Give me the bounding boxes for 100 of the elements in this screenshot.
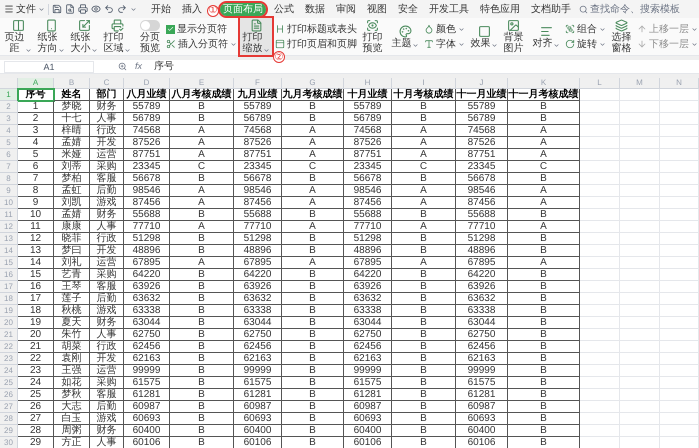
- table-cell: 人事: [90, 221, 124, 233]
- row-number[interactable]: 21: [0, 329, 18, 341]
- ribbon-button[interactable]: 打印缩放: [240, 18, 272, 55]
- ribbon-tab[interactable]: 安全: [395, 2, 421, 16]
- ribbon-button[interactable]: 显示分页符: [166, 22, 237, 36]
- row-number[interactable]: 10: [0, 197, 18, 209]
- table-cell: 米娅: [54, 149, 90, 161]
- ribbon-tab[interactable]: 数据: [302, 2, 328, 16]
- ribbon-button[interactable]: 背景图片: [501, 18, 526, 55]
- row-number[interactable]: 5: [0, 137, 18, 149]
- row-number[interactable]: 11: [0, 209, 18, 221]
- row-number[interactable]: 22: [0, 341, 18, 353]
- table-cell: 21: [18, 341, 54, 353]
- row-number[interactable]: 14: [0, 245, 18, 257]
- table-cell: 60400: [234, 425, 282, 437]
- column-header[interactable]: B: [54, 78, 90, 89]
- column-header[interactable]: N: [660, 78, 699, 89]
- name-box[interactable]: A1: [4, 60, 94, 72]
- ribbon-button[interactable]: 纸张方向: [35, 18, 67, 55]
- row-number[interactable]: 7: [0, 161, 18, 173]
- ribbon-tab[interactable]: 开始: [148, 2, 174, 16]
- row-number[interactable]: 3: [0, 113, 18, 125]
- table-cell: 莲子: [54, 293, 90, 305]
- ribbon-tab[interactable]: 视图: [364, 2, 390, 16]
- row-number[interactable]: 1: [0, 89, 18, 101]
- row-number[interactable]: 27: [0, 401, 18, 413]
- column-header[interactable]: D: [124, 78, 170, 89]
- table-cell: 采购: [90, 377, 124, 389]
- column-header[interactable]: C: [90, 78, 124, 89]
- column-header[interactable]: J: [456, 78, 508, 89]
- table-cell: 56678: [344, 173, 392, 185]
- ribbon-button[interactable]: 打印标题或表头: [275, 22, 357, 36]
- row-number[interactable]: 30: [0, 437, 18, 448]
- ribbon-tab[interactable]: 插入: [179, 2, 205, 16]
- column-header[interactable]: G: [282, 78, 344, 89]
- column-title: 八月业绩: [124, 89, 170, 101]
- ribbon-tab[interactable]: 文档助手: [528, 2, 574, 16]
- ribbon-button[interactable]: 对齐: [530, 24, 562, 50]
- ribbon-tab[interactable]: 页面布局: [220, 2, 266, 16]
- ribbon-tab[interactable]: 开发工具: [426, 2, 472, 16]
- column-header[interactable]: H: [344, 78, 392, 89]
- ribbon-button[interactable]: 颜色: [424, 22, 465, 36]
- ribbon-button[interactable]: 纸张大小: [68, 18, 100, 55]
- table-cell: B: [282, 401, 344, 413]
- column-header[interactable]: E: [170, 78, 234, 89]
- table-cell: 60987: [344, 401, 392, 413]
- row-number[interactable]: 24: [0, 365, 18, 377]
- ribbon-button[interactable]: 主题: [389, 24, 421, 50]
- row-number[interactable]: 23: [0, 353, 18, 365]
- ribbon-button[interactable]: 页边距: [2, 18, 34, 55]
- ribbon-button[interactable]: 字体: [424, 38, 465, 50]
- row-number[interactable]: 25: [0, 377, 18, 389]
- table-cell: B: [170, 365, 234, 377]
- table-cell: 63926: [456, 281, 508, 293]
- column-header[interactable]: F: [234, 78, 282, 89]
- row-number[interactable]: 12: [0, 221, 18, 233]
- table-cell: B: [508, 413, 580, 425]
- row-number[interactable]: 19: [0, 305, 18, 317]
- row-number[interactable]: 17: [0, 281, 18, 293]
- row-number[interactable]: 18: [0, 293, 18, 305]
- ribbon-tab[interactable]: 审阅: [333, 2, 359, 16]
- row-number[interactable]: 4: [0, 125, 18, 137]
- table-cell: 98546: [234, 185, 282, 197]
- row-number[interactable]: 8: [0, 173, 18, 185]
- row-number[interactable]: 2: [0, 101, 18, 113]
- table-cell: 游戏: [90, 305, 124, 317]
- row-number[interactable]: 16: [0, 269, 18, 281]
- row-number[interactable]: 26: [0, 389, 18, 401]
- ribbon-button[interactable]: 旋转: [565, 38, 606, 50]
- table-cell: 63338: [124, 305, 170, 317]
- column-header[interactable]: M: [620, 78, 660, 89]
- file-menu[interactable]: 文件: [4, 2, 45, 16]
- table-cell: B: [508, 209, 580, 221]
- ribbon-button[interactable]: 打印区域: [101, 18, 133, 55]
- column-header[interactable]: K: [508, 78, 580, 89]
- row-number[interactable]: 28: [0, 413, 18, 425]
- row-number[interactable]: 20: [0, 317, 18, 329]
- column-header[interactable]: A: [18, 78, 54, 89]
- table-cell: 艺青: [54, 269, 90, 281]
- table-cell: B: [392, 389, 456, 401]
- table-cell: 61281: [124, 389, 170, 401]
- row-number[interactable]: 29: [0, 425, 18, 437]
- ribbon-button[interactable]: 效果: [468, 24, 500, 50]
- row-number[interactable]: 13: [0, 233, 18, 245]
- function-button[interactable]: fx: [135, 60, 142, 74]
- ribbon-button[interactable]: 插入分页符: [166, 38, 237, 50]
- table-cell: B: [392, 269, 456, 281]
- ribbon-tab[interactable]: 特色应用: [477, 2, 523, 16]
- search-field[interactable]: 查找命令、搜索模板: [579, 2, 680, 16]
- ribbon-button[interactable]: 打印页眉和页脚: [275, 38, 357, 50]
- ribbon-button[interactable]: 打印预览: [360, 18, 385, 55]
- column-header[interactable]: L: [580, 78, 620, 89]
- table-cell: B: [282, 281, 344, 293]
- row-number[interactable]: 6: [0, 149, 18, 161]
- column-header[interactable]: I: [392, 78, 456, 89]
- ribbon-tab[interactable]: 公式: [271, 2, 297, 16]
- ribbon-button[interactable]: 组合: [565, 22, 606, 36]
- row-number[interactable]: 9: [0, 185, 18, 197]
- row-number[interactable]: 15: [0, 257, 18, 269]
- ribbon-button[interactable]: 选择窗格: [609, 18, 634, 55]
